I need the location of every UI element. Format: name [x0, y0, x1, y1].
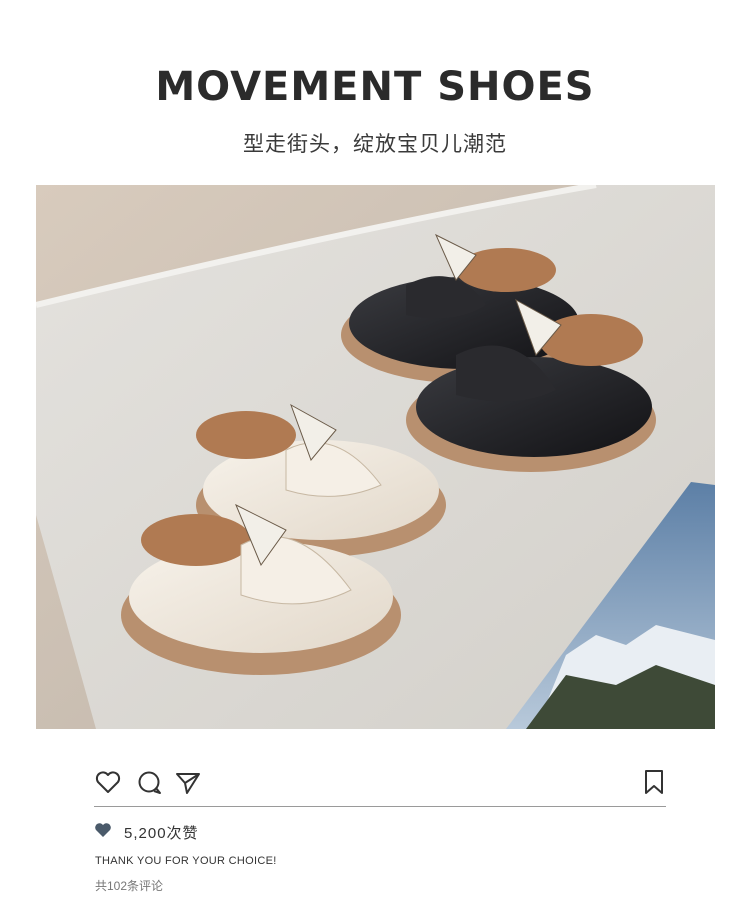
heart-filled-icon: [94, 822, 112, 843]
bookmark-icon[interactable]: [640, 768, 668, 796]
heart-outline-icon[interactable]: [94, 768, 122, 796]
likes-count: 5,200次赞: [124, 824, 199, 842]
page-title: MOVEMENT SHOES: [155, 64, 595, 110]
send-icon[interactable]: [174, 768, 202, 796]
caption: THANK YOU FOR YOUR CHOICE!: [95, 855, 277, 867]
comment-bubble-icon[interactable]: [135, 768, 163, 796]
comments-link[interactable]: 共102条评论: [95, 877, 163, 894]
product-photo: [36, 185, 715, 729]
likes-row: 5,200次赞: [94, 822, 199, 842]
post-actions-bar: [94, 768, 666, 798]
divider: [94, 806, 666, 807]
page-subtitle: 型走街头，绽放宝贝儿潮范: [243, 132, 507, 156]
